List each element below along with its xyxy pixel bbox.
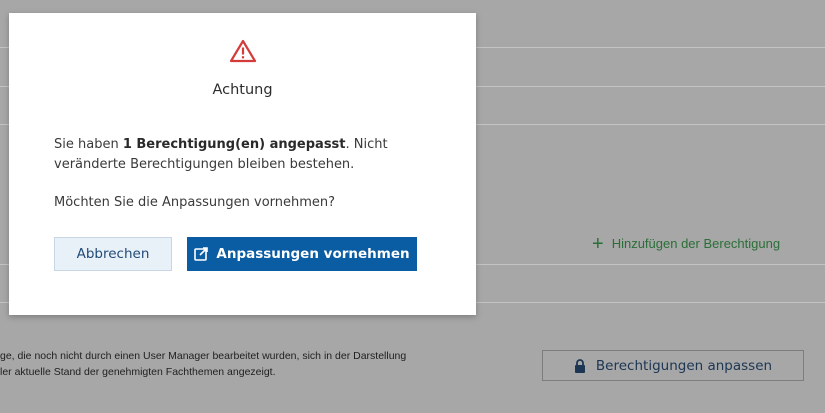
dialog-message: Sie haben 1 Berechtigung(en) angepasst. … xyxy=(54,135,434,175)
confirmation-dialog: Achtung Sie haben 1 Berechtigung(en) ang… xyxy=(9,13,476,315)
dialog-title: Achtung xyxy=(212,82,273,98)
message-bold: 1 Berechtigung(en) angepasst xyxy=(122,137,346,152)
adjust-permissions-label: Berechtigungen anpassen xyxy=(595,357,773,374)
external-edit-icon xyxy=(194,247,209,261)
add-permission-label: Hinzufügen der Berechtigung xyxy=(611,236,781,251)
dialog-question: Möchten Sie die Anpassungen vornehmen? xyxy=(54,195,336,210)
message-prefix: Sie haben xyxy=(54,137,123,152)
info-text: ge, die noch nicht durch einen User Mana… xyxy=(0,348,520,380)
plus-icon: + xyxy=(592,232,604,255)
add-permission-link[interactable]: + Hinzufügen der Berechtigung xyxy=(592,232,781,255)
info-line: ge, die noch nicht durch einen User Mana… xyxy=(0,350,407,362)
apply-changes-label: Anpassungen vornehmen xyxy=(216,246,410,262)
warning-icon xyxy=(229,39,257,63)
cancel-label: Abbrechen xyxy=(76,246,150,262)
adjust-permissions-button[interactable]: Berechtigungen anpassen xyxy=(542,350,804,381)
lock-icon xyxy=(574,358,585,373)
cancel-button[interactable]: Abbrechen xyxy=(54,237,172,271)
info-line: ler aktuelle Stand der genehmigten Facht… xyxy=(0,366,276,378)
apply-changes-button[interactable]: Anpassungen vornehmen xyxy=(187,237,417,271)
